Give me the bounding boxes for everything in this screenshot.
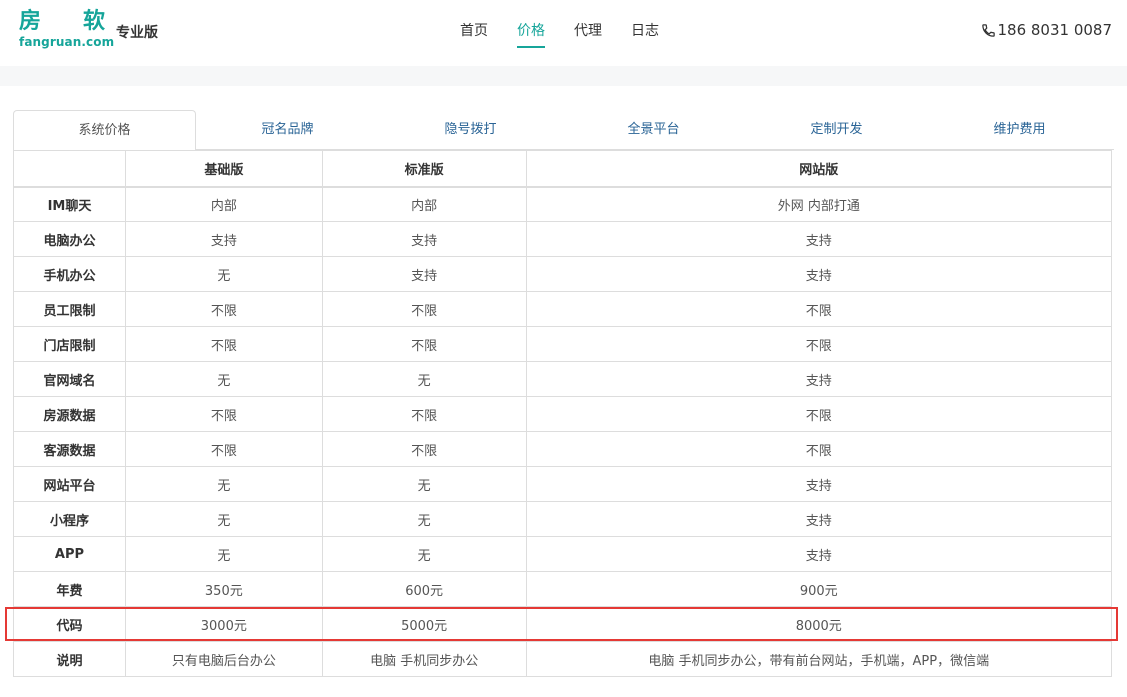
row-label: 小程序 xyxy=(13,501,126,537)
table-cell: 350元 xyxy=(124,571,323,607)
header-cell-blank xyxy=(13,150,126,188)
table-row: APP 无无支持 xyxy=(13,536,1113,572)
table-cell: 不限 xyxy=(124,396,323,432)
table-cell: 无 xyxy=(124,466,323,502)
table-cell: 5000元 xyxy=(321,606,527,642)
table-cell: 不限 xyxy=(124,326,323,362)
table-cell: 不限 xyxy=(525,291,1113,327)
row-label: 客源数据 xyxy=(13,431,126,467)
row-label: 门店限制 xyxy=(13,326,126,362)
table-cell: 无 xyxy=(124,536,323,572)
table-cell: 无 xyxy=(321,536,527,572)
table-row: 房源数据 不限 不限 不限 xyxy=(13,396,1113,432)
header-cell-website: 网站版 xyxy=(525,150,1113,188)
table-cell: 不限 xyxy=(321,396,527,432)
table-cell: 不限 xyxy=(124,291,323,327)
table-cell: 电脑 手机同步办公，带有前台网站，手机端，APP，微信端 xyxy=(525,641,1113,677)
table-cell: 外网 内部打通 xyxy=(525,186,1113,222)
header-cell-basic: 基础版 xyxy=(124,150,323,188)
table-cell: 3000元 xyxy=(124,606,323,642)
nav-item-agent[interactable]: 代理 xyxy=(574,22,602,48)
row-label: 手机办公 xyxy=(13,256,126,292)
table-cell: 8000元 xyxy=(525,606,1113,642)
table-row: 代码 3000元 5000元 8000元 xyxy=(13,606,1113,642)
row-label: IM聊天 xyxy=(13,186,126,222)
edition-label: 专业版 xyxy=(116,25,158,41)
site-header: 房 软 fangruan.com 专业版 首页 价格 代理 日志 186 803… xyxy=(0,0,1127,66)
nav-item-home[interactable]: 首页 xyxy=(460,22,488,48)
table-row: 电脑办公 支持 支持 支持 xyxy=(13,221,1113,257)
table-cell: 不限 xyxy=(321,291,527,327)
table-cell: 不限 xyxy=(124,431,323,467)
table-row: 小程序无无支持 xyxy=(13,501,1113,537)
table-row: 员工限制 不限 不限 不限 xyxy=(13,291,1113,327)
table-row: IM聊天 内部 内部 外网 内部打通 xyxy=(13,186,1113,222)
row-label: 说明 xyxy=(13,641,126,677)
table-cell: 支持 xyxy=(525,501,1113,537)
table-cell: 无 xyxy=(321,466,527,502)
row-label: 电脑办公 xyxy=(13,221,126,257)
row-label: 员工限制 xyxy=(13,291,126,327)
pricing-table: 基础版 标准版 网站版 IM聊天 内部 内部 外网 内部打通 电脑办公 支持 支持 支持 手机办… xyxy=(13,150,1113,677)
tab-brand-naming[interactable]: 冠名品牌 xyxy=(196,110,379,150)
table-row: 说明 只有电脑后台办公 电脑 手机同步办公 电脑 手机同步办公，带有前台网站，手机端，… xyxy=(13,641,1113,677)
tab-system-price[interactable]: 系统价格 xyxy=(13,110,196,151)
table-cell: 900元 xyxy=(525,571,1113,607)
table-cell: 无 xyxy=(124,501,323,537)
table-cell: 支持 xyxy=(124,221,323,257)
table-row: 客源数据 不限 不限 不限 xyxy=(13,431,1113,467)
table-cell: 无 xyxy=(321,501,527,537)
table-cell: 不限 xyxy=(525,326,1113,362)
nav-item-log[interactable]: 日志 xyxy=(631,22,659,48)
row-label: 官网域名 xyxy=(13,361,126,397)
phone-number: 186 8031 0087 xyxy=(997,21,1112,39)
logo-char-2: 软 xyxy=(83,9,106,34)
row-label: 网站平台 xyxy=(13,466,126,502)
table-cell: 支持 xyxy=(525,466,1113,502)
phone-contact[interactable]: 186 8031 0087 xyxy=(981,21,1112,39)
table-row: 门店限制 不限 不限 不限 xyxy=(13,326,1113,362)
table-cell: 内部 xyxy=(124,186,323,222)
table-cell: 不限 xyxy=(525,396,1113,432)
table-cell: 不限 xyxy=(321,431,527,467)
table-cell: 支持 xyxy=(525,536,1113,572)
row-label: 房源数据 xyxy=(13,396,126,432)
row-label: 年费 xyxy=(13,571,126,607)
tab-panorama[interactable]: 全景平台 xyxy=(562,110,745,150)
table-cell: 无 xyxy=(124,256,323,292)
table-cell: 600元 xyxy=(321,571,527,607)
row-label: APP xyxy=(13,536,126,572)
table-cell: 不限 xyxy=(525,431,1113,467)
table-cell: 支持 xyxy=(321,221,527,257)
table-cell: 只有电脑后台办公 xyxy=(124,641,323,677)
row-label: 代码 xyxy=(13,606,126,642)
table-cell: 无 xyxy=(321,361,527,397)
header-cell-standard: 标准版 xyxy=(321,150,527,188)
tab-custom-dev[interactable]: 定制开发 xyxy=(745,110,928,150)
logo-char-1: 房 xyxy=(19,9,42,34)
table-cell: 支持 xyxy=(525,361,1113,397)
table-cell: 支持 xyxy=(525,221,1113,257)
table-cell: 支持 xyxy=(525,256,1113,292)
tab-maintenance[interactable]: 维护费用 xyxy=(928,110,1111,150)
table-cell: 无 xyxy=(124,361,323,397)
table-cell: 内部 xyxy=(321,186,527,222)
table-row: 网站平台无无支持 xyxy=(13,466,1113,502)
nav-item-pricing[interactable]: 价格 xyxy=(517,22,545,48)
table-header-row: 基础版 标准版 网站版 xyxy=(13,150,1113,188)
tab-hidden-call[interactable]: 隐号拨打 xyxy=(379,110,562,150)
logo-domain: fangruan.com xyxy=(19,35,115,49)
table-cell: 支持 xyxy=(321,256,527,292)
pricing-tabs: 系统价格 冠名品牌 隐号拨打 全景平台 定制开发 维护费用 xyxy=(13,110,1114,151)
main-nav: 首页 价格 代理 日志 xyxy=(460,22,688,52)
phone-icon xyxy=(982,23,996,37)
table-row: 年费 350元 600元 900元 xyxy=(13,571,1113,607)
table-row: 手机办公无支持 支持 xyxy=(13,256,1113,292)
table-cell: 电脑 手机同步办公 xyxy=(321,641,527,677)
table-row: 官网域名无无支持 xyxy=(13,361,1113,397)
header-band xyxy=(0,66,1127,86)
logo[interactable]: 房 软 fangruan.com xyxy=(19,9,114,49)
table-cell: 不限 xyxy=(321,326,527,362)
